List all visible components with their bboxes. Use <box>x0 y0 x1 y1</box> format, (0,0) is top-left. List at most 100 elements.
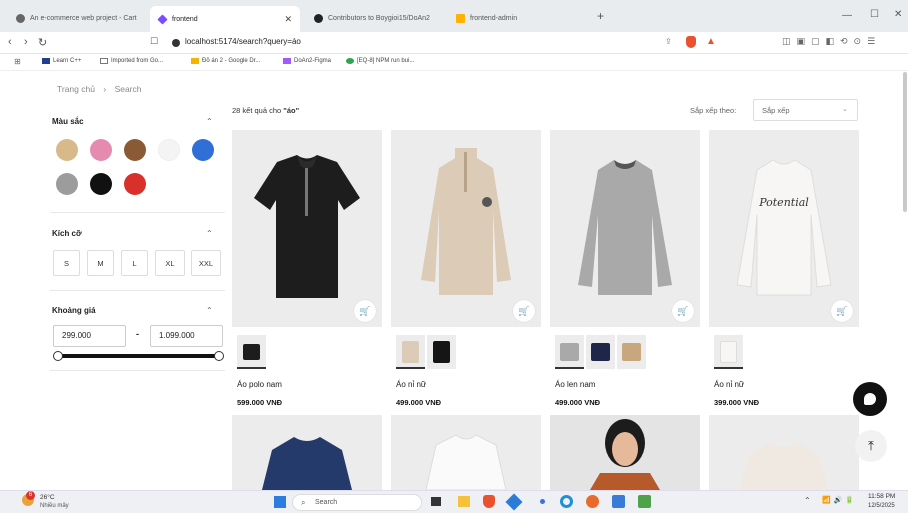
bookmark-label: [EQ-8] NPM run bui... <box>357 58 415 64</box>
variant-thumb-white[interactable] <box>714 335 743 369</box>
store-icon[interactable] <box>612 495 625 508</box>
sort-select[interactable]: Sắp xếp ⌄ <box>753 99 858 121</box>
vscode-icon[interactable] <box>505 493 523 511</box>
product-name[interactable]: Áo nỉ nữ <box>714 380 744 389</box>
variant-thumb-navy[interactable] <box>586 335 615 369</box>
variant-thumb-black[interactable] <box>427 335 456 369</box>
bookmark-icon[interactable]: ☐ <box>150 36 158 47</box>
back-icon[interactable]: ‹ <box>8 36 12 48</box>
brave-rewards-icon[interactable]: ▲ <box>706 36 716 47</box>
sweatshirt-image <box>421 148 511 295</box>
product-name[interactable]: Áo nỉ nữ <box>396 380 426 389</box>
postman-icon[interactable] <box>586 495 599 508</box>
scroll-to-top-button[interactable]: ⤒ <box>855 430 887 462</box>
bookmark-learn-cpp[interactable]: Learn C++ <box>42 58 81 64</box>
windows-taskbar: 6 26°C Nhiều mây ⌕ Search ⌃ 📶🔊🔋 11:58 PM… <box>0 490 908 513</box>
variant-thumb-black[interactable] <box>237 335 266 369</box>
new-tab-button[interactable]: + <box>597 9 604 23</box>
close-icon[interactable]: ✕ <box>284 14 292 25</box>
product-image[interactable] <box>232 415 382 490</box>
size-option-s[interactable]: S <box>53 250 80 276</box>
product-image[interactable]: 🛒 <box>232 130 382 327</box>
product-image[interactable]: Potential 🛒 <box>709 130 859 327</box>
variant-thumb-beige[interactable] <box>396 335 425 369</box>
drive-icon <box>191 58 199 64</box>
color-swatch-blue[interactable] <box>192 139 214 161</box>
product-image[interactable] <box>391 415 541 490</box>
maximize-icon[interactable]: ☐ <box>870 9 879 20</box>
variant-thumb-gray[interactable] <box>555 335 584 369</box>
color-swatch-white[interactable] <box>158 139 180 161</box>
brave-icon[interactable] <box>483 495 495 508</box>
add-to-cart-icon[interactable]: 🛒 <box>513 300 535 322</box>
add-to-cart-icon[interactable]: 🛒 <box>672 300 694 322</box>
size-option-xxl[interactable]: XXL <box>191 250 221 276</box>
add-to-cart-icon[interactable]: 🛒 <box>354 300 376 322</box>
chevron-up-icon[interactable]: ⌃ <box>206 306 213 315</box>
price-max-input[interactable]: 1.099.000 <box>150 325 223 347</box>
product-image[interactable]: 🛒 <box>391 130 541 327</box>
github-icon <box>314 13 323 23</box>
product-image[interactable] <box>550 415 700 490</box>
tab-frontend[interactable]: frontend ✕ <box>150 6 300 32</box>
chevron-up-icon[interactable]: ⌃ <box>206 229 213 238</box>
product-name[interactable]: Áo len nam <box>555 380 595 389</box>
reload-icon[interactable]: ↻ <box>38 36 47 49</box>
tab-contributors[interactable]: Contributors to Boygioi15/DoAn2 <box>306 8 446 28</box>
share-icon[interactable]: ⇪ <box>665 37 672 46</box>
bookmark-npm[interactable]: [EQ-8] NPM run bui... <box>346 58 414 64</box>
size-option-xl[interactable]: XL <box>155 250 185 276</box>
forward-icon[interactable]: › <box>24 36 28 48</box>
toolbar-icons[interactable]: ◫▣▢◧⟲⊙☰ <box>782 36 881 47</box>
size-option-l[interactable]: L <box>121 250 148 276</box>
add-to-cart-icon[interactable]: 🛒 <box>831 300 853 322</box>
price-slider-track[interactable] <box>58 354 219 358</box>
color-swatch-pink[interactable] <box>90 139 112 161</box>
minimize-icon[interactable]: — <box>842 10 852 21</box>
bookmark-figma[interactable]: DoAn2-Figma <box>283 58 331 64</box>
potential-print-text: Potential <box>758 196 809 209</box>
color-swatch-beige[interactable] <box>56 139 78 161</box>
color-swatch-red[interactable] <box>124 173 146 195</box>
product-price: 499.000 VNĐ <box>555 398 601 407</box>
product-image[interactable] <box>709 415 859 490</box>
chevron-up-icon[interactable]: ⌃ <box>206 117 213 126</box>
file-explorer-icon[interactable] <box>458 496 470 507</box>
url-field[interactable]: localhost:5174/search?query=áo <box>185 37 301 46</box>
site-info-icon[interactable] <box>172 39 180 47</box>
close-window-icon[interactable]: ✕ <box>894 9 902 20</box>
color-swatch-brown[interactable] <box>124 139 146 161</box>
bookmark-imported[interactable]: Imported from Go... <box>100 58 163 64</box>
chevron-up-icon[interactable]: ⌃ <box>804 496 811 505</box>
task-view-icon[interactable] <box>431 497 441 506</box>
chat-button[interactable] <box>853 382 887 416</box>
tab-cart[interactable]: An e-commerce web project - Cart <box>8 8 148 28</box>
system-tray-icons[interactable]: 📶🔊🔋 <box>822 496 857 504</box>
breadcrumb-home[interactable]: Trang chủ <box>57 84 95 94</box>
clock-time: 11:58 PM <box>868 493 896 500</box>
brave-shield-icon[interactable] <box>686 36 696 48</box>
clock-date: 12/5/2025 <box>868 503 895 509</box>
size-option-m[interactable]: M <box>87 250 114 276</box>
polo-shirt-image <box>254 155 360 298</box>
price-min-input[interactable]: 299.000 <box>53 325 126 347</box>
color-swatch-black[interactable] <box>90 173 112 195</box>
tab-frontend-admin[interactable]: frontend-admin <box>448 8 568 28</box>
price-slider-min-handle[interactable] <box>53 351 63 361</box>
edge-icon[interactable] <box>560 495 573 508</box>
windows-start-icon[interactable] <box>274 496 286 508</box>
scrollbar[interactable] <box>903 72 907 212</box>
bookmark-drive[interactable]: Đồ án 2 - Google Dr... <box>191 58 260 64</box>
apps-icon[interactable]: ⊞ <box>14 57 21 66</box>
sort-value: Sắp xếp <box>762 106 790 115</box>
folder-icon <box>100 58 108 64</box>
app-icon[interactable] <box>540 499 545 504</box>
color-swatch-gray[interactable] <box>56 173 78 195</box>
product-image[interactable]: 🛒 <box>550 130 700 327</box>
variant-thumb-tan[interactable] <box>617 335 646 369</box>
taskbar-search[interactable]: ⌕ Search <box>292 494 422 511</box>
product-name[interactable]: Áo polo nam <box>237 380 282 389</box>
divider <box>50 212 225 213</box>
price-slider-max-handle[interactable] <box>214 351 224 361</box>
app-icon[interactable] <box>638 495 651 508</box>
